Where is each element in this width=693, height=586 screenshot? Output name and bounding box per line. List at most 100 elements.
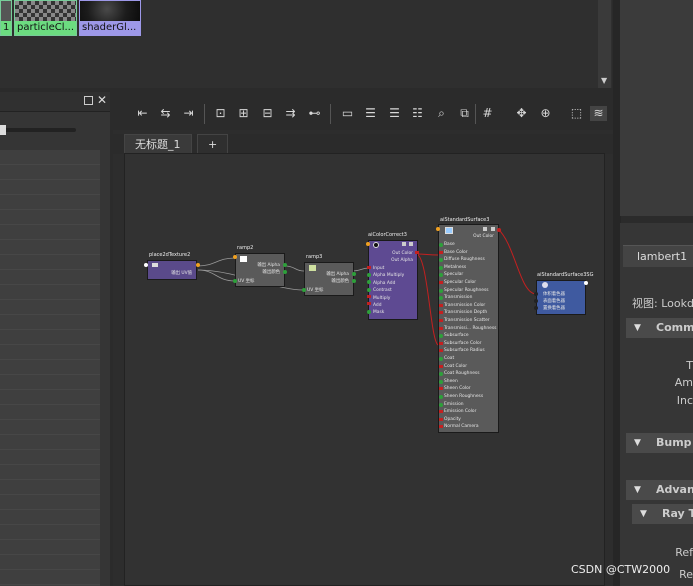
section-common[interactable]: ▼ Comm [626,318,693,338]
input-port[interactable] [439,243,443,247]
input-port[interactable] [439,372,443,377]
grid-icon[interactable]: # [479,106,496,121]
output-port[interactable] [283,270,287,274]
tab-untitled[interactable]: 无标题_1 [124,134,192,153]
thumbnail-size-slider[interactable] [0,128,76,132]
frame-icon[interactable]: ⬚ [568,106,585,121]
input-port[interactable] [439,387,443,391]
input-port[interactable] [302,288,306,292]
output-port[interactable] [352,272,356,276]
tab-lambert1[interactable]: lambert1 [623,245,693,267]
graph-input-output-icon[interactable]: ⇆ [157,106,174,121]
input-port[interactable] [439,425,443,429]
graph-downstream-icon[interactable]: ⊷ [306,106,323,121]
input-port[interactable] [439,417,443,421]
input-port[interactable] [439,311,443,315]
layout-connected-icon[interactable]: ☰ [362,106,379,121]
input-port[interactable] [439,250,443,254]
material-thumbnail[interactable]: 1 [0,0,12,36]
input-port[interactable] [233,255,237,259]
input-port[interactable] [439,326,443,330]
input-port[interactable] [439,402,443,407]
bookmark-icon[interactable]: ⧉ [456,106,473,121]
input-port[interactable] [439,410,443,414]
graph-upstream-icon[interactable]: ⇉ [282,106,299,121]
input-port[interactable] [367,273,371,277]
input-port[interactable] [534,306,538,310]
input-port[interactable] [534,299,538,303]
input-port[interactable] [439,265,443,270]
input-port[interactable] [233,279,237,283]
expand-triangle-icon: ▼ [634,323,641,333]
port-label: 输出颜色 [331,279,349,284]
hypershade-window: 1 particleCl... shaderGl... ▼ ✕ ⇤ ⇆ ⇥ ⊡ [0,0,693,586]
node-body: 输出 UV值 [147,260,197,280]
frame-selection-icon[interactable]: ⊡ [212,106,229,121]
input-port[interactable] [366,242,370,246]
input-port[interactable] [439,258,443,263]
graph-canvas[interactable]: place2dTexture2 输出 UV值 ramp2 输出 Alpha 输出… [124,153,605,586]
node-expand-icon[interactable] [409,242,413,246]
node-list[interactable] [0,150,100,586]
input-port[interactable] [439,349,443,353]
input-port[interactable] [367,302,371,305]
input-port[interactable] [534,292,538,296]
snap-icon[interactable]: ✥ [513,106,530,121]
shader-swatch-icon[interactable]: ⊕ [537,106,554,121]
input-port[interactable] [439,364,443,368]
input-port[interactable] [439,288,443,293]
remove-selected-icon[interactable]: ⊟ [259,106,276,121]
input-port[interactable] [439,341,443,345]
left-panel-header: ✕ [0,92,110,112]
layout-full-icon[interactable]: ☰ [386,106,403,121]
graph-input-icon[interactable]: ⇤ [134,106,151,121]
section-advanced[interactable]: ▼ Advan [626,480,693,500]
settings-icon[interactable]: ≋ [590,106,607,121]
input-port[interactable] [439,357,443,361]
port-label: Emission Color [444,409,477,415]
search-icon[interactable]: ⌕ [433,106,450,121]
section-raytrace[interactable]: ▼ Ray T [632,504,693,524]
attribute-editor: lambert1 视图: Lookd ▼ Comm T Am Inc ▼ Bump … [620,223,693,586]
section-bump[interactable]: ▼ Bump [626,433,693,453]
node-title: ramp2 [237,245,254,251]
node-mode-icon[interactable] [483,227,487,231]
view-label: 视图: Lookd [632,297,693,310]
input-port[interactable] [439,303,443,307]
output-port[interactable] [352,279,356,283]
material-thumbnail[interactable]: particleCl... [14,0,77,36]
float-window-icon[interactable] [84,96,93,105]
input-port[interactable] [439,281,443,284]
slider-handle[interactable] [0,125,6,135]
input-port[interactable] [439,319,443,322]
input-port[interactable] [367,280,371,284]
add-selected-icon[interactable]: ⊞ [235,106,252,121]
output-port[interactable] [584,281,588,285]
output-port[interactable] [415,251,419,254]
input-port[interactable] [367,295,371,298]
output-port[interactable] [283,263,287,267]
input-port[interactable] [439,334,443,339]
input-port[interactable] [144,263,148,267]
input-port[interactable] [439,273,443,278]
input-port[interactable] [367,266,371,269]
layout-simple-icon[interactable]: ▭ [339,106,356,121]
input-port[interactable] [439,296,443,301]
output-port[interactable] [196,263,200,267]
add-tab-button[interactable]: + [197,134,229,153]
graph-output-icon[interactable]: ⇥ [180,106,197,121]
input-port[interactable] [439,395,443,399]
output-port[interactable] [497,228,501,232]
browser-scrollbar[interactable]: ▼ [598,0,611,88]
close-icon[interactable]: ✕ [97,93,107,107]
attr-label: Inc [676,394,693,407]
input-port[interactable] [439,379,443,384]
scroll-down-icon[interactable]: ▼ [601,76,607,85]
input-port[interactable] [367,310,371,314]
input-port[interactable] [367,288,371,292]
material-thumbnail[interactable]: shaderGl... [79,0,141,36]
node-expand-icon[interactable] [491,227,495,231]
layout-custom-icon[interactable]: ☷ [409,106,426,121]
input-port[interactable] [436,227,440,231]
node-mode-icon[interactable] [402,242,406,246]
